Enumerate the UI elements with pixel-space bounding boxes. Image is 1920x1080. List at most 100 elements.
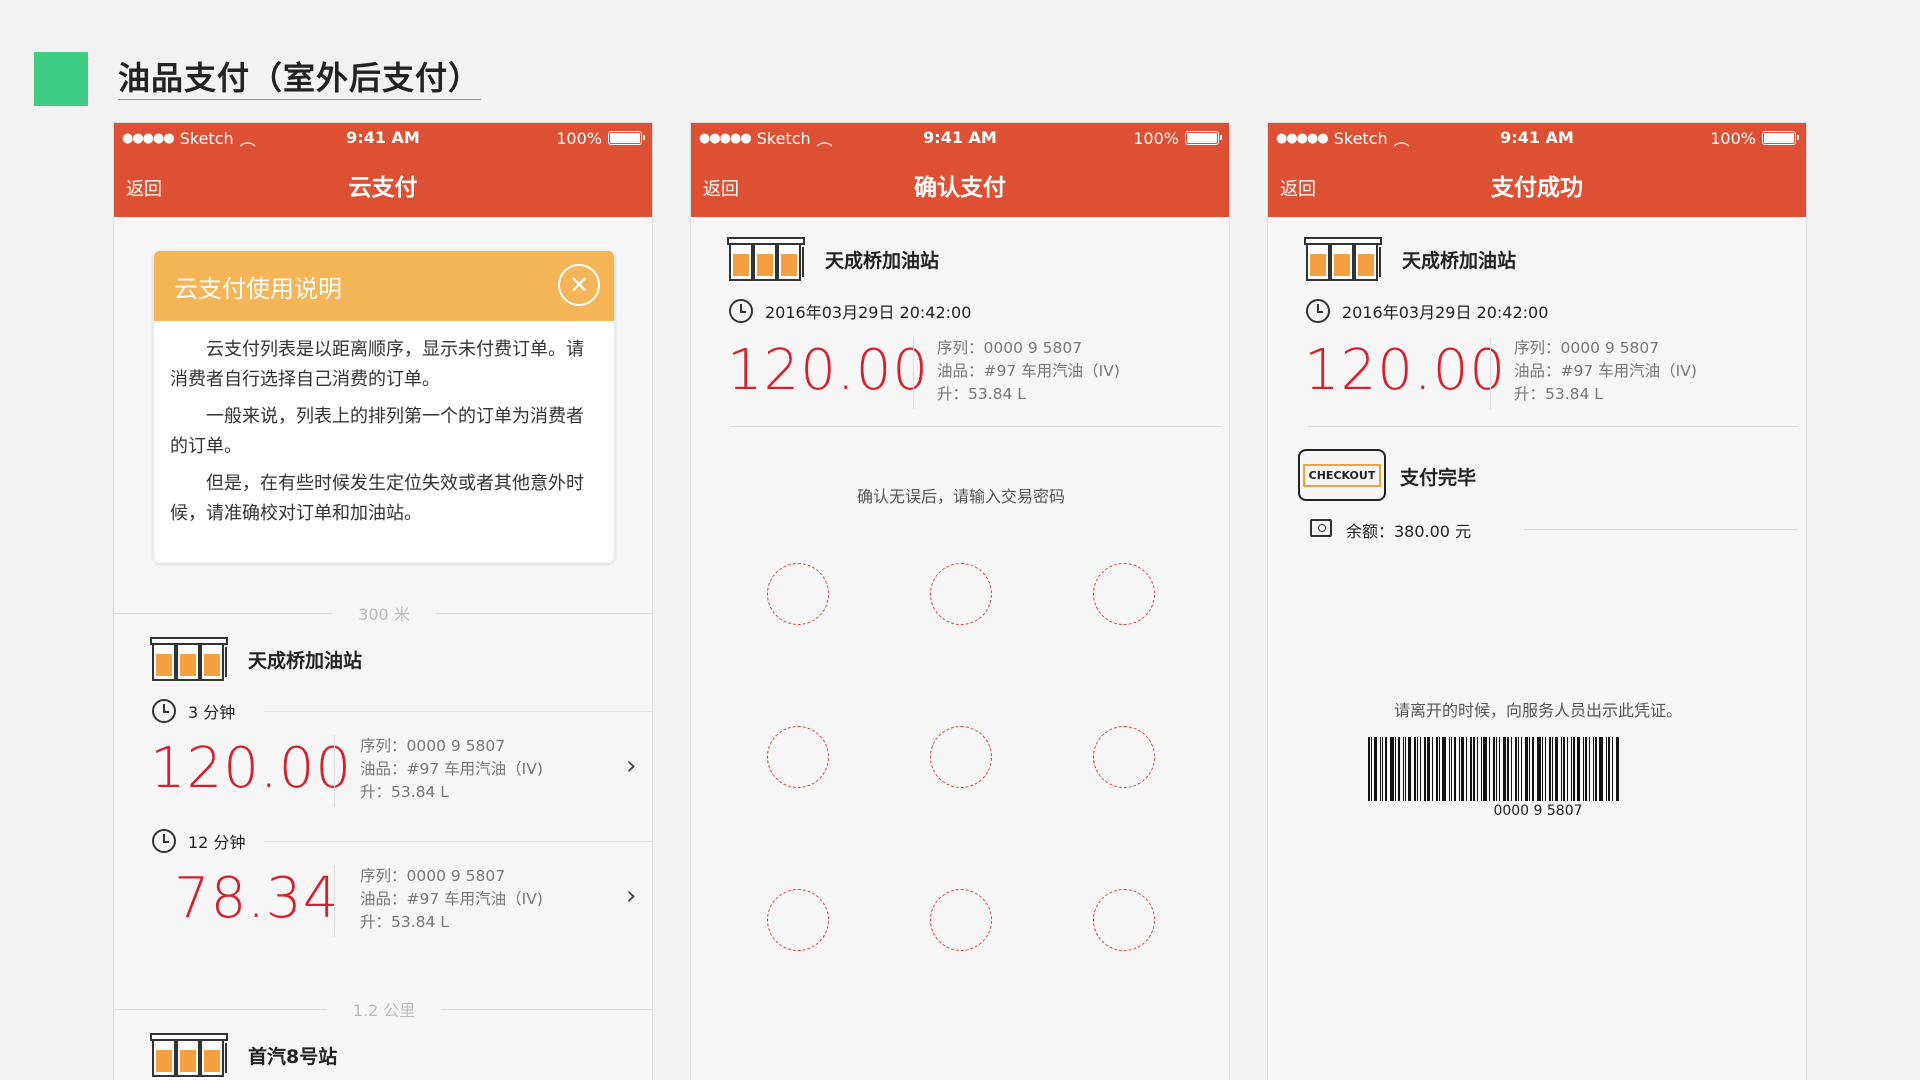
gas-station-icon (1304, 237, 1382, 281)
station-name: 天成桥加油站 (248, 649, 363, 672)
notice-paragraph: 一般来说，列表上的排列第一个的订单为消费者的订单。 (170, 406, 584, 457)
notice-header: 云支付使用说明 ✕ (154, 251, 614, 321)
pattern-dot[interactable] (1093, 726, 1155, 788)
notice-title: 云支付使用说明 (174, 274, 342, 303)
gas-station-icon (150, 1033, 228, 1077)
order-time: 3 分钟 (152, 699, 235, 723)
distance-divider: 300 米 (114, 603, 652, 624)
order-info: 序列：0000 9 5807 油品：#97 车用汽油（IV) 升：53.84 L (1514, 339, 1697, 403)
battery-icon (608, 131, 645, 145)
status-time: 9:41 AM (1500, 128, 1574, 147)
order-datetime: 2016年03月29日 20:42:00 (1306, 299, 1548, 323)
close-icon[interactable]: ✕ (558, 264, 600, 306)
order-amount: 78.34 (174, 866, 340, 931)
station-row: 天成桥加油站 (1304, 237, 1516, 281)
chevron-right-icon[interactable]: › (626, 881, 636, 911)
balance: 余额：380.00 元 (1346, 522, 1472, 541)
separator (731, 426, 1221, 427)
back-button[interactable]: 返回 (126, 175, 162, 201)
gas-station-icon (727, 237, 805, 281)
station-name: 天成桥加油站 (825, 249, 940, 272)
wallet-icon (1310, 519, 1332, 537)
battery-percent: 100% (1710, 128, 1756, 148)
separator (1490, 337, 1491, 409)
wifi-icon: ︵ (816, 130, 833, 149)
status-bar: ●●●●● Sketch ︵ 9:41 AM 100% (114, 123, 652, 153)
separator (264, 711, 652, 712)
distance-divider: 1.2 公里 (114, 999, 652, 1020)
pattern-dot[interactable] (767, 563, 829, 625)
phone-cloud-pay: ●●●●● Sketch ︵ 9:41 AM 100% 返回 云支付 云支付使用说明… (113, 122, 653, 1080)
clock-icon (152, 829, 176, 853)
order-amount: 120.00 (727, 338, 929, 403)
back-button[interactable]: 返回 (1280, 175, 1316, 201)
payment-done: 支付完毕 (1400, 467, 1477, 489)
battery-icon (1762, 131, 1799, 145)
order-info: 序列：0000 9 5807 油品：#97 车用汽油（IV) 升：53.84 L (360, 867, 543, 931)
station-row: 天成桥加油站 (727, 237, 939, 281)
password-hint: 确认无误后，请输入交易密码 (856, 487, 1065, 506)
station-row[interactable]: 首汽8号站 (150, 1033, 337, 1077)
separator (334, 735, 335, 807)
nav-bar: 返回 支付成功 (1268, 153, 1806, 217)
clock-icon (152, 699, 176, 723)
top-bar: ●●●●● Sketch ︵ 9:41 AM 100% 返回 确认支付 (691, 123, 1229, 217)
notice-body: 云支付列表是以距离顺序，显示未付费订单。请消费者自行选择自己消费的订单。 一般来… (154, 321, 614, 529)
gas-station-icon (150, 637, 228, 681)
separator (334, 865, 335, 937)
pattern-dot[interactable] (930, 889, 992, 951)
carrier: Sketch (756, 128, 811, 148)
notice-paragraph: 云支付列表是以距离顺序，显示未付费订单。请消费者自行选择自己消费的订单。 (170, 339, 584, 390)
notice-paragraph: 但是，在有些时候发生定位失效或者其他意外时候，请准确校对订单和加油站。 (170, 473, 584, 524)
nav-bar: 返回 确认支付 (691, 153, 1229, 217)
status-time: 9:41 AM (346, 128, 420, 147)
carrier: Sketch (1333, 128, 1388, 148)
phone-confirm-pay: ●●●●● Sketch ︵ 9:41 AM 100% 返回 确认支付 天成桥加油站… (690, 122, 1230, 1080)
notice-card: 云支付使用说明 ✕ 云支付列表是以距离顺序，显示未付费订单。请消费者自行选择自己… (154, 251, 614, 563)
barcode (1368, 737, 1708, 801)
battery-icon (1185, 131, 1222, 145)
order-info: 序列：0000 9 5807 油品：#97 车用汽油（IV) 升：53.84 L (360, 737, 543, 801)
nav-bar: 返回 云支付 (114, 153, 652, 217)
battery-percent: 100% (1133, 128, 1179, 148)
barcode-number: 0000 9 5807 (1493, 803, 1583, 819)
status-time: 9:41 AM (923, 128, 997, 147)
pattern-dot[interactable] (1093, 889, 1155, 951)
order-amount: 120.00 (150, 736, 352, 801)
page-title: 油品支付（室外后支付） (118, 59, 482, 100)
pattern-dot[interactable] (767, 726, 829, 788)
separator (1524, 529, 1798, 530)
back-button[interactable]: 返回 (703, 175, 739, 201)
chevron-right-icon[interactable]: › (626, 751, 636, 781)
clock-icon (729, 299, 753, 323)
signal-icon: ●●●●● (699, 130, 752, 146)
status-bar: ●●●●● Sketch ︵ 9:41 AM 100% (1268, 123, 1806, 153)
accent-square (34, 52, 88, 106)
clock-icon (1306, 299, 1330, 323)
checkout-icon: CHECKOUT (1298, 449, 1386, 501)
pattern-dot[interactable] (930, 563, 992, 625)
wifi-icon: ︵ (239, 130, 256, 149)
separator (264, 841, 652, 842)
nav-title: 确认支付 (914, 175, 1006, 201)
separator (913, 337, 914, 409)
pattern-dot[interactable] (1093, 563, 1155, 625)
signal-icon: ●●●●● (1276, 130, 1329, 146)
phone-pay-success: ●●●●● Sketch ︵ 9:41 AM 100% 返回 支付成功 天成桥加油站… (1267, 122, 1807, 1080)
signal-icon: ●●●●● (122, 130, 175, 146)
page-header: 油品支付（室外后支付） (34, 52, 482, 106)
carrier: Sketch (179, 128, 234, 148)
order-amount: 120.00 (1304, 338, 1506, 403)
nav-title: 云支付 (348, 175, 418, 201)
order-info: 序列：0000 9 5807 油品：#97 车用汽油（IV) 升：53.84 L (937, 339, 1120, 403)
order-datetime: 2016年03月29日 20:42:00 (729, 299, 971, 323)
station-row[interactable]: 天成桥加油站 (150, 637, 362, 681)
wifi-icon: ︵ (1393, 130, 1410, 149)
top-bar: ●●●●● Sketch ︵ 9:41 AM 100% 返回 云支付 (114, 123, 652, 217)
battery-percent: 100% (556, 128, 602, 148)
station-name: 天成桥加油站 (1402, 249, 1517, 272)
pattern-dot[interactable] (930, 726, 992, 788)
status-bar: ●●●●● Sketch ︵ 9:41 AM 100% (691, 123, 1229, 153)
pattern-dot[interactable] (767, 889, 829, 951)
order-time: 12 分钟 (152, 829, 245, 853)
